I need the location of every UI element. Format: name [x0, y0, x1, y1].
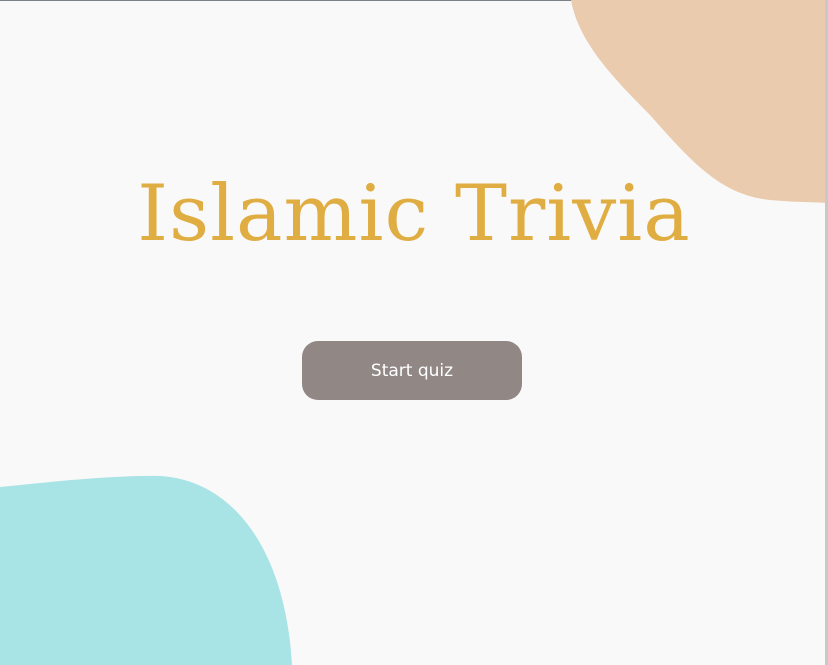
start-quiz-button[interactable]: Start quiz [302, 341, 522, 400]
blob-bottom-left [0, 475, 292, 665]
decorative-blobs [0, 0, 828, 665]
page-title: Islamic Trivia [137, 169, 691, 259]
